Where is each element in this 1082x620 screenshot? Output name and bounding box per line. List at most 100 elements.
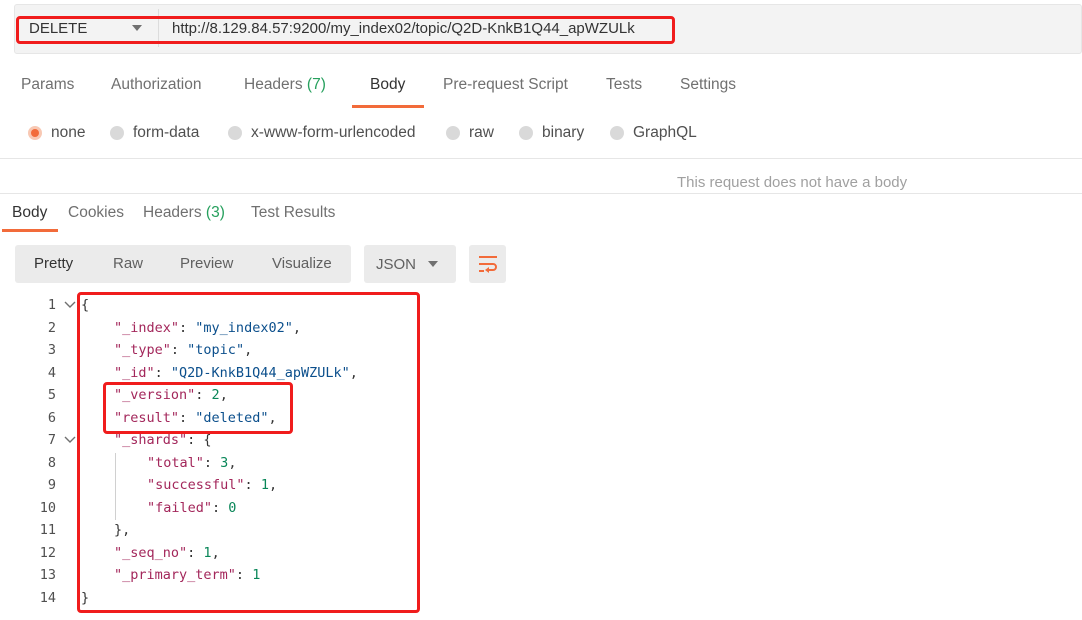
code-line: 5 "_version": 2, [0,385,1082,408]
radio-label: none [51,124,86,141]
fold-arrow-icon[interactable] [63,299,77,311]
radio-dot [28,126,42,140]
code-text: "successful": 1, [147,477,278,493]
format-select[interactable]: JSON [364,245,456,283]
tab-settings[interactable]: Settings [680,76,736,94]
code-line: 2 "_index": "my_index02", [0,318,1082,341]
line-number: 14 [39,589,56,606]
tab-body[interactable]: Body [370,76,405,94]
code-text: "failed": 0 [147,499,237,516]
line-number: 9 [47,477,56,493]
line-number: 3 [47,342,56,358]
response-body-editor[interactable]: 1 { 2 "_index": "my_index02", 3 "_type":… [0,295,1082,615]
view-visualize-button[interactable]: Visualize [272,255,332,272]
tab-pre-request-script[interactable]: Pre-request Script [443,76,568,94]
indent-guide [115,453,116,520]
view-pretty-button[interactable]: Pretty [34,255,73,272]
code-text: "_primary_term": 1 [114,567,261,583]
format-label: JSON [376,255,417,273]
response-tab-test-results[interactable]: Test Results [251,204,335,222]
tab-headers[interactable]: Headers (7) [244,76,326,94]
code-text: }, [114,522,131,538]
response-tab-headers[interactable]: Headers (3) [143,204,225,222]
code-line: 6 "result": "deleted", [0,408,1082,431]
view-preview-button[interactable]: Preview [180,255,233,272]
code-line: 8 "total": 3, [0,453,1082,476]
radio-form-data[interactable]: form-data [110,124,199,142]
active-tab-indicator [2,229,58,232]
response-tabs: Body Cookies Headers (3) Test Results [0,200,1082,234]
response-tab-cookies[interactable]: Cookies [68,204,124,222]
tab-params[interactable]: Params [21,76,74,94]
tab-label: Params [21,76,75,93]
no-body-message: This request does not have a body [677,174,908,191]
url-input[interactable]: http://8.129.84.57:9200/my_index02/topic… [172,9,635,47]
radio-raw[interactable]: raw [446,124,494,142]
line-number: 5 [47,387,56,403]
divider [0,193,1082,194]
active-tab-indicator [352,105,424,108]
tab-label: Settings [680,76,737,93]
wrap-lines-button[interactable] [469,245,506,283]
code-line: 3 "_type": "topic", [0,340,1082,363]
line-number: 2 [47,319,56,336]
view-raw-button[interactable]: Raw [113,255,143,272]
radio-graphql[interactable]: GraphQL [610,124,697,142]
tab-label: Cookies [68,204,124,221]
tab-label: Body [12,204,48,221]
code-text: } [81,589,90,606]
radio-none[interactable]: none [28,124,85,142]
chevron-down-icon [132,25,142,31]
radio-label: x-www-form-urlencoded [251,124,416,141]
line-number: 6 [47,409,56,426]
view-mode-group: Pretty Raw Preview Visualize [15,245,351,283]
code-line: 10 "failed": 0 [0,498,1082,521]
code-text: "_shards": { [114,432,212,448]
radio-dot [519,126,533,140]
request-bar: DELETE http://8.129.84.57:9200/my_index0… [14,4,1082,54]
tab-label: Body [370,76,406,93]
code-text: "_version": 2, [114,387,228,403]
radio-label: raw [469,124,494,141]
tab-count: (3) [205,204,225,221]
line-number: 12 [39,544,56,561]
code-text: { [81,297,90,313]
radio-dot [446,126,460,140]
radio-dot [610,126,624,140]
method-label: DELETE [29,19,88,37]
tab-label: Pre-request Script [443,76,568,93]
tab-tests[interactable]: Tests [606,76,642,94]
line-number: 1 [47,297,56,313]
line-number: 11 [39,522,56,538]
response-tab-body[interactable]: Body [12,204,47,222]
radio-binary[interactable]: binary [519,124,584,142]
tab-label: Tests [606,76,643,93]
code-line: 11 }, [0,520,1082,543]
tab-label: Test Results [251,204,336,221]
code-line: 12 "_seq_no": 1, [0,543,1082,566]
code-line: 14 } [0,588,1082,611]
code-text: "_id": "Q2D-KnkB1Q44_apWZULk", [114,364,358,381]
code-text: "result": "deleted", [114,409,277,426]
line-number: 8 [47,454,56,471]
tab-label: Authorization [111,76,202,93]
tab-authorization[interactable]: Authorization [111,76,201,94]
code-line: 1 { [0,295,1082,318]
method-select[interactable]: DELETE [17,9,159,47]
radio-x-www-form-urlencoded[interactable]: x-www-form-urlencoded [228,124,416,142]
divider [0,158,1082,159]
code-line: 4 "_id": "Q2D-KnkB1Q44_apWZULk", [0,363,1082,386]
line-number: 7 [47,432,56,448]
code-line: 7 "_shards": { [0,430,1082,453]
tab-label: Headers [244,76,303,93]
code-line: 9 "successful": 1, [0,475,1082,498]
fold-arrow-icon[interactable] [63,434,77,446]
radio-label: binary [542,124,585,141]
code-text: "_seq_no": 1, [114,544,220,561]
code-text: "_index": "my_index02", [114,319,301,336]
radio-label: form-data [133,124,200,141]
tab-count: (7) [306,76,326,93]
body-type-radios: none form-data x-www-form-urlencoded raw… [0,120,1082,148]
code-line: 13 "_primary_term": 1 [0,565,1082,588]
chevron-down-icon [428,261,438,267]
